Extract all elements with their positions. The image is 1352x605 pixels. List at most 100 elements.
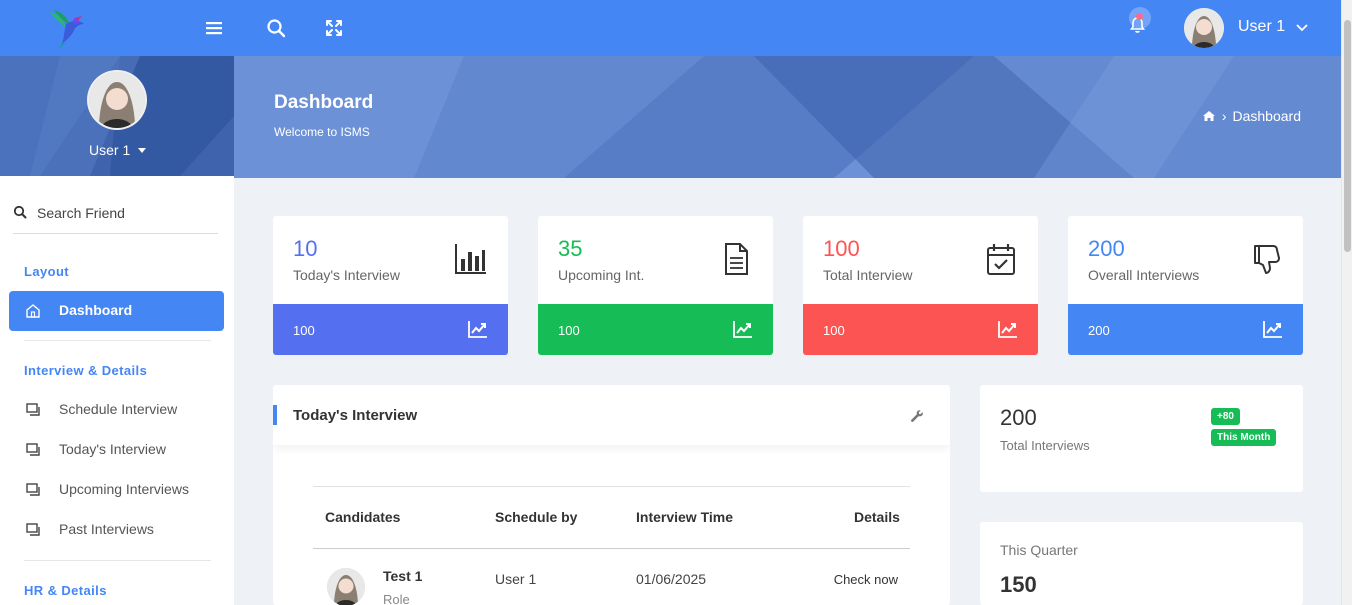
candidate-avatar: [327, 568, 365, 605]
window-icon: [26, 483, 40, 496]
section-title-interview: Interview & Details: [24, 363, 148, 378]
breadcrumb: › Dashboard: [1202, 108, 1301, 124]
sidebar-item-label: Dashboard: [59, 302, 133, 318]
document-icon: [725, 243, 748, 275]
thumbs-down-icon: [1254, 245, 1280, 274]
interview-time: 01/06/2025: [636, 571, 707, 587]
stat-label: Total Interview: [823, 267, 913, 283]
caret-down-icon[interactable]: [138, 148, 146, 153]
stat-card-upcoming[interactable]: 35 Upcoming Int. 100: [538, 216, 773, 355]
logo-bird-icon[interactable]: [44, 6, 88, 50]
panel-accent-bar: [273, 405, 277, 425]
stat-value: 35: [558, 236, 583, 261]
breadcrumb-separator: ›: [1221, 108, 1227, 124]
wrench-icon[interactable]: [910, 409, 924, 423]
total-interviews-label: Total Interviews: [1000, 438, 1090, 453]
chevron-down-icon[interactable]: [1295, 20, 1309, 34]
stat-value: 200: [1088, 236, 1125, 261]
notification-dot: [1136, 13, 1143, 20]
stat-label: Today's Interview: [293, 267, 400, 283]
stat-footer: 200: [1068, 304, 1303, 355]
trend-up-icon: [1263, 321, 1282, 338]
column-header: Details: [854, 509, 900, 525]
sidebar-item-label: Today's Interview: [59, 441, 166, 457]
stat-card-overall-interviews[interactable]: 200 Overall Interviews 200: [1068, 216, 1303, 355]
page-subtitle: Welcome to ISMS: [274, 125, 370, 139]
stat-card-total-interview[interactable]: 100 Total Interview 100: [803, 216, 1038, 355]
stat-label: Overall Interviews: [1088, 267, 1200, 283]
top-navbar: User 1: [0, 0, 1341, 56]
scrollbar-thumb[interactable]: [1344, 20, 1351, 252]
search-icon[interactable]: [264, 16, 288, 40]
banner-background-pattern: [414, 56, 1341, 178]
column-header: Candidates: [325, 509, 401, 525]
sidebar-item-label: Past Interviews: [59, 521, 154, 537]
page-header-banner: Dashboard Welcome to ISMS › Dashboard: [234, 56, 1341, 178]
status-badge: This Month: [1211, 429, 1277, 446]
table-border: [313, 548, 910, 549]
calendar-check-icon: [987, 244, 1015, 275]
section-title-layout: Layout: [24, 264, 70, 279]
stat-value: 100: [823, 236, 860, 261]
sidebar-item-schedule-interview[interactable]: Schedule Interview: [9, 390, 224, 430]
section-title-hr: HR & Details: [24, 583, 107, 598]
stat-footer-value: 100: [558, 323, 580, 338]
sidebar-user-name[interactable]: User 1: [89, 142, 130, 158]
home-icon[interactable]: [1202, 110, 1216, 122]
stat-footer: 100: [538, 304, 773, 355]
sidebar-item-past-interviews[interactable]: Past Interviews: [9, 510, 224, 550]
divider: [24, 340, 211, 341]
check-now-link[interactable]: Check now: [834, 572, 898, 587]
stat-footer-value: 100: [823, 323, 845, 338]
page-scrollbar[interactable]: [1341, 0, 1352, 605]
sidebar: Search Friend Layout Dashboard Interview…: [0, 176, 234, 605]
column-header: Schedule by: [495, 509, 578, 525]
trend-up-icon: [468, 321, 487, 338]
column-header: Interview Time: [636, 509, 734, 525]
panel-title: Today's Interview: [293, 407, 418, 424]
sidebar-item-upcoming-interviews[interactable]: Upcoming Interviews: [9, 470, 224, 510]
stat-card-todays-interview[interactable]: 10 Today's Interview 100: [273, 216, 508, 355]
menu-icon[interactable]: [202, 16, 226, 40]
status-badge: +80: [1211, 408, 1240, 425]
candidate-name: Test 1: [383, 568, 423, 584]
trend-up-icon: [733, 321, 752, 338]
search-friend-label: Search Friend: [37, 205, 125, 221]
scheduled-by: User 1: [495, 571, 537, 587]
top-user-name[interactable]: User 1: [1238, 18, 1285, 36]
notification-bell[interactable]: [1124, 7, 1152, 37]
stat-footer-value: 200: [1088, 323, 1110, 338]
stat-footer-value: 100: [293, 323, 315, 338]
window-icon: [26, 443, 40, 456]
avatar[interactable]: [1184, 8, 1224, 48]
quarter-value: 150: [1000, 572, 1037, 597]
panel-header: Today's Interview: [273, 385, 950, 445]
search-friend[interactable]: Search Friend: [13, 196, 218, 234]
stat-footer: 100: [273, 304, 508, 355]
stat-footer: 100: [803, 304, 1038, 355]
candidate-role: Role: [383, 592, 410, 605]
sidebar-item-todays-interview[interactable]: Today's Interview: [9, 430, 224, 470]
trend-up-icon: [998, 321, 1017, 338]
stat-label: Upcoming Int.: [558, 267, 645, 283]
table-border: [313, 486, 910, 487]
stat-value: 10: [293, 236, 318, 261]
window-icon: [26, 403, 40, 416]
breadcrumb-current[interactable]: Dashboard: [1233, 108, 1302, 124]
sidebar-avatar[interactable]: [87, 70, 147, 130]
sidebar-item-dashboard[interactable]: Dashboard: [9, 291, 224, 331]
divider: [24, 560, 211, 561]
quarter-label: This Quarter: [1000, 542, 1078, 558]
bar-chart-icon: [455, 244, 486, 274]
todays-interview-panel: Today's Interview Candidates Schedule by…: [273, 385, 950, 605]
search-icon: [13, 205, 27, 219]
sidebar-item-label: Upcoming Interviews: [59, 481, 189, 497]
sidebar-item-label: Schedule Interview: [59, 401, 178, 417]
this-quarter-card: This Quarter 150: [980, 522, 1303, 605]
total-interviews-card: 200 Total Interviews +80 This Month: [980, 385, 1303, 492]
page-title: Dashboard: [274, 92, 374, 113]
fullscreen-icon[interactable]: [322, 16, 346, 40]
sidebar-profile: User 1: [0, 56, 234, 176]
window-icon: [26, 523, 40, 536]
home-icon: [26, 304, 40, 318]
